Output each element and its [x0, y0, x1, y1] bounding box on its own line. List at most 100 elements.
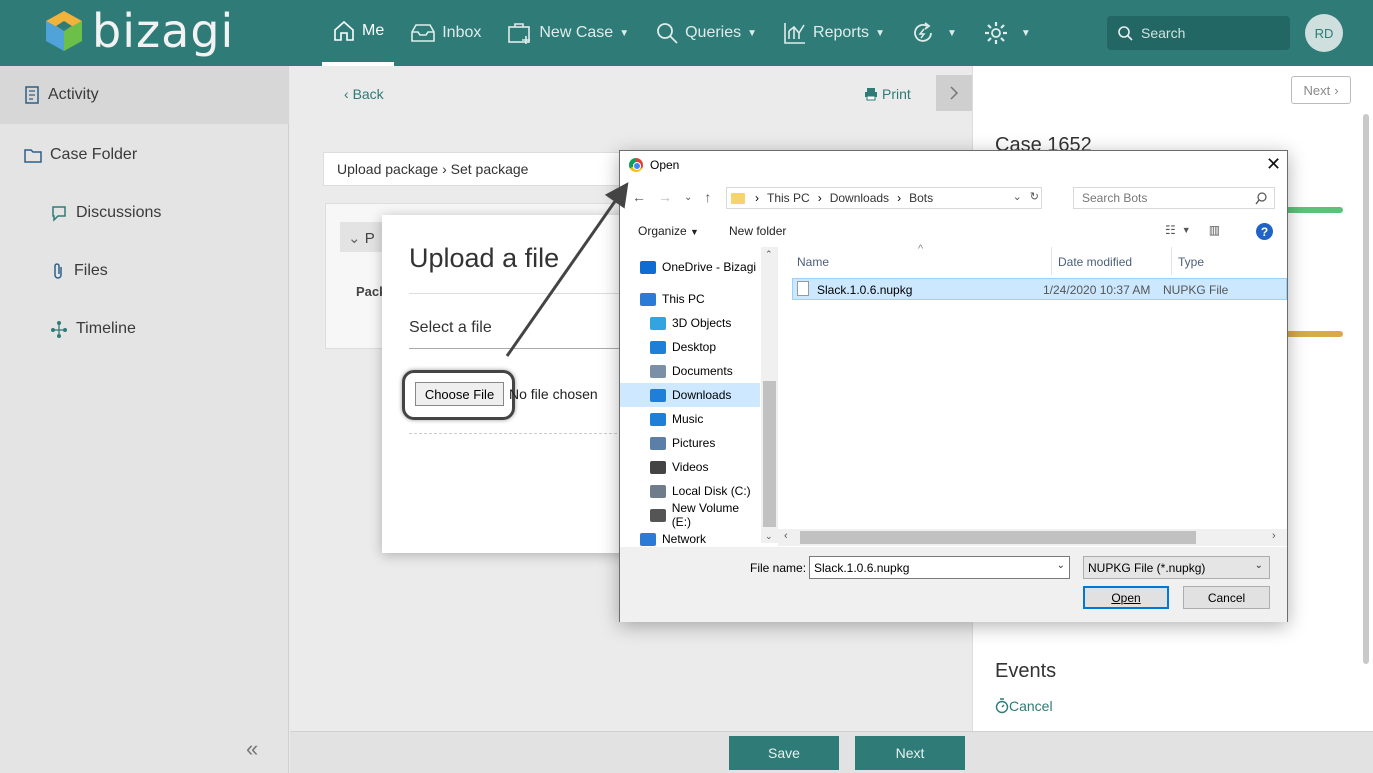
nav-pane-item[interactable]: This PC	[620, 287, 760, 311]
nav-pane-item[interactable]: Videos	[620, 455, 760, 479]
download-icon	[650, 388, 666, 402]
choose-file-button[interactable]: Choose File	[415, 382, 504, 406]
scroll-down-icon[interactable]: ⌄	[765, 531, 773, 542]
organize-label: Organize	[638, 224, 687, 238]
nav-pane-item[interactable]: Downloads	[620, 383, 760, 407]
chevron-down-icon: ⌄	[348, 230, 361, 247]
preview-pane-icon[interactable]: ▥	[1209, 223, 1220, 237]
column-divider[interactable]	[1051, 247, 1052, 275]
dialog-search-input[interactable]: Search Bots	[1073, 187, 1275, 209]
scrollbar-thumb[interactable]	[763, 381, 776, 527]
print-link[interactable]: Print	[864, 86, 911, 102]
disk-icon	[650, 484, 666, 498]
path-this-pc[interactable]: This PC	[767, 191, 810, 205]
save-button[interactable]: Save	[729, 736, 839, 770]
nav-pane-item[interactable]: Desktop	[620, 335, 760, 359]
cancel-button[interactable]: Cancel	[1183, 586, 1270, 609]
nav-inbox[interactable]: Inbox	[400, 0, 491, 66]
reports-icon	[784, 23, 806, 44]
expand-panel-button[interactable]	[936, 75, 972, 111]
next-button[interactable]: Next	[855, 736, 965, 770]
forward-arrow-icon[interactable]: →	[658, 189, 672, 205]
nav-pane-item[interactable]: 3D Objects	[620, 311, 760, 335]
scrollbar-thumb[interactable]	[800, 531, 1196, 544]
view-details-icon[interactable]: ☷	[1165, 223, 1176, 237]
nav-queries[interactable]: Queries ▼	[645, 0, 767, 66]
nav-pane-label: Local Disk (C:)	[672, 484, 751, 498]
cancel-event-link[interactable]: Cancel	[995, 698, 1053, 714]
path-bots[interactable]: Bots	[909, 191, 933, 205]
nav-pane-label: Videos	[672, 460, 709, 474]
new-folder-button[interactable]: New folder	[729, 224, 786, 238]
back-link[interactable]: ‹ Back	[344, 86, 384, 102]
chevron-down-icon[interactable]: ⌄	[1013, 190, 1022, 203]
nav-settings[interactable]: ▼	[973, 0, 1041, 66]
column-divider[interactable]	[1171, 247, 1172, 275]
next-case-button[interactable]: Next ›	[1291, 76, 1351, 104]
nav-me[interactable]: Me	[322, 0, 395, 66]
path-downloads[interactable]: Downloads	[830, 191, 889, 205]
back-arrow-icon[interactable]: ←	[632, 189, 646, 205]
collapse-sidebar-button[interactable]: «	[246, 736, 258, 762]
scroll-left-icon[interactable]: ‹	[784, 530, 788, 542]
onedrive-icon	[640, 260, 656, 274]
close-icon[interactable]: ✕	[1266, 154, 1281, 175]
column-name[interactable]: Name	[797, 255, 829, 269]
organize-menu[interactable]: Organize ▼	[638, 224, 699, 238]
open-button[interactable]: Open	[1083, 586, 1169, 609]
nav-pane-label: Network	[662, 532, 707, 546]
file-row-slack[interactable]: Slack.1.0.6.nupkg 1/24/2020 10:37 AM NUP…	[792, 278, 1287, 300]
column-type[interactable]: Type	[1178, 255, 1204, 269]
user-avatar[interactable]: RD	[1305, 14, 1343, 52]
new-case-icon	[508, 23, 531, 44]
bizagi-logo[interactable]: bizagi	[44, 6, 234, 56]
global-search-input[interactable]: Search	[1107, 16, 1290, 50]
nav-pane-item[interactable]: Documents	[620, 359, 760, 383]
nav-pane-item[interactable]: New Volume (E:)	[620, 501, 760, 529]
nav-reports[interactable]: Reports ▼	[773, 0, 895, 66]
sidebar-item-label: Activity	[48, 86, 99, 103]
folder-icon	[731, 192, 745, 204]
chevron-down-icon: ⌄	[1254, 560, 1263, 571]
view-options: ☷ ▼ ▥	[1165, 223, 1220, 237]
help-icon[interactable]: ?	[1256, 223, 1273, 240]
nav-pane-item[interactable]: Music	[620, 407, 760, 431]
printer-icon	[865, 88, 877, 101]
nav-pane-item[interactable]: Pictures	[620, 431, 760, 455]
nav-pane-item[interactable]: OneDrive - Bizagi	[620, 255, 760, 279]
sidebar-item-discussions[interactable]: Discussions	[50, 204, 161, 222]
file-type-select[interactable]: NUPKG File (*.nupkg) ⌄	[1083, 556, 1270, 579]
caret-down-icon: ▼	[690, 227, 699, 237]
caret-down-icon[interactable]: ▼	[1182, 225, 1191, 235]
recent-chevron-icon[interactable]: ⌄	[684, 192, 692, 203]
next-case-label: Next	[1303, 82, 1331, 98]
sidebar-item-activity[interactable]: Activity	[0, 66, 289, 124]
column-date-modified[interactable]: Date modified	[1058, 255, 1132, 269]
scroll-right-icon[interactable]: ›	[1272, 530, 1276, 542]
nav-pane-item[interactable]: Network	[620, 527, 760, 547]
sidebar-item-files[interactable]: Files	[50, 262, 108, 280]
address-bar[interactable]: › This PC › Downloads › Bots ⌄ ↻	[726, 187, 1042, 209]
horizontal-scrollbar[interactable]: ‹ ›	[778, 529, 1287, 546]
nav-refresh[interactable]: ▼	[901, 0, 967, 66]
nav-pane-item[interactable]: Local Disk (C:)	[620, 479, 760, 503]
panel-scrollbar[interactable]	[1363, 114, 1369, 664]
sidebar-item-timeline[interactable]: Timeline	[50, 320, 136, 338]
nav-new-case[interactable]: New Case ▼	[497, 0, 639, 66]
scroll-up-icon[interactable]: ⌃	[765, 249, 773, 260]
folder-icon	[24, 149, 42, 163]
cube-icon	[650, 316, 666, 330]
refresh-icon[interactable]: ↻	[1030, 190, 1039, 203]
print-label: Print	[882, 86, 911, 102]
file-name-input[interactable]: Slack.1.0.6.nupkg ⌄	[809, 556, 1070, 579]
nav-new-case-label: New Case	[539, 24, 614, 41]
nav-scrollbar[interactable]: ⌃ ⌄	[761, 247, 778, 543]
chevron-right-icon: ›	[1334, 82, 1339, 98]
activity-icon	[25, 86, 39, 104]
pictures-icon	[650, 436, 666, 450]
nav-reports-label: Reports	[813, 24, 870, 41]
chevron-down-icon[interactable]: ⌄	[1057, 560, 1065, 571]
sidebar-item-label: Files	[74, 262, 108, 279]
sidebar-item-case-folder[interactable]: Case Folder	[24, 146, 137, 164]
up-arrow-icon[interactable]: ↑	[704, 189, 711, 205]
